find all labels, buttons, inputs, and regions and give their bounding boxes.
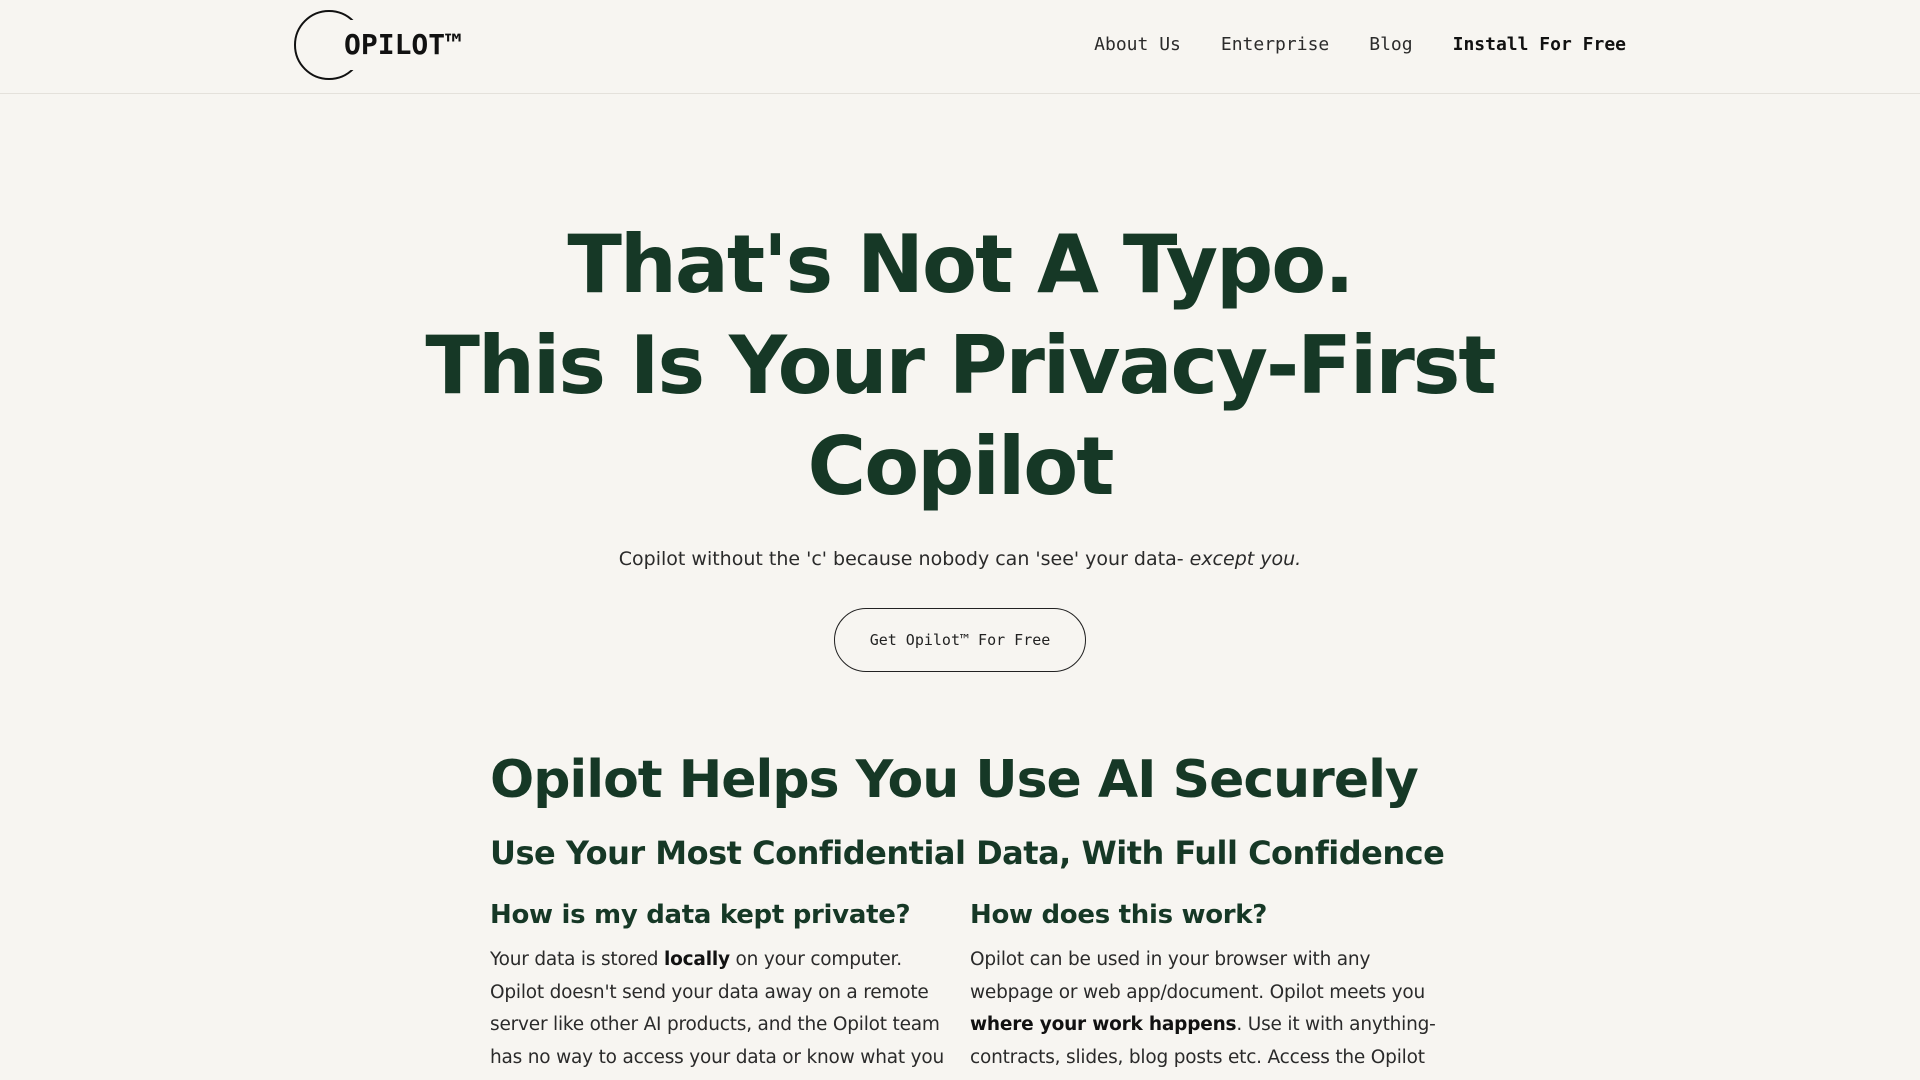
nav-blog[interactable]: Blog	[1369, 34, 1412, 55]
nav-enterprise[interactable]: Enterprise	[1221, 34, 1329, 55]
how-it-works-paragraph: Opilot can be used in your browser with …	[970, 949, 1436, 1080]
opilot-logo[interactable]: OPILOT™	[294, 10, 474, 84]
main-nav: About Us Enterprise Blog Install For Fre…	[1094, 34, 1626, 55]
section-subheading: Use Your Most Confidential Data, With Fu…	[490, 834, 1445, 872]
privacy-question: How is my data kept private?	[490, 900, 911, 930]
hero-title: That's Not A Typo. This Is Your Privacy-…	[0, 214, 1920, 517]
hero-title-line-1: That's Not A Typo.	[567, 218, 1354, 311]
nav-about-us[interactable]: About Us	[1094, 34, 1181, 55]
hero-title-line-2: This Is Your Privacy-First	[425, 319, 1496, 412]
hero-subtitle: Copilot without the 'c' because nobody c…	[0, 548, 1920, 570]
get-opilot-button[interactable]: Get Opilot™ For Free	[834, 608, 1086, 672]
logo-text: OPILOT™	[344, 28, 463, 61]
privacy-column: How is my data kept private? Your data i…	[490, 900, 960, 1080]
privacy-paragraph-1: Your data is stored locally on your comp…	[490, 949, 902, 970]
section-heading: Opilot Helps You Use AI Securely	[490, 750, 1419, 810]
site-header: OPILOT™ About Us Enterprise Blog Install…	[0, 0, 1920, 94]
privacy-paragraph-2: Opilot doesn't send your data away on a …	[490, 981, 944, 1080]
hero-subtitle-text: Copilot without the 'c' because nobody c…	[618, 548, 1190, 570]
nav-install-for-free[interactable]: Install For Free	[1453, 34, 1626, 55]
hero-title-line-3: Copilot	[807, 420, 1115, 513]
how-it-works-column: How does this work? Opilot can be used i…	[970, 900, 1440, 1080]
how-it-works-question: How does this work?	[970, 900, 1268, 930]
hero-subtitle-emphasis: except you.	[1189, 548, 1302, 570]
